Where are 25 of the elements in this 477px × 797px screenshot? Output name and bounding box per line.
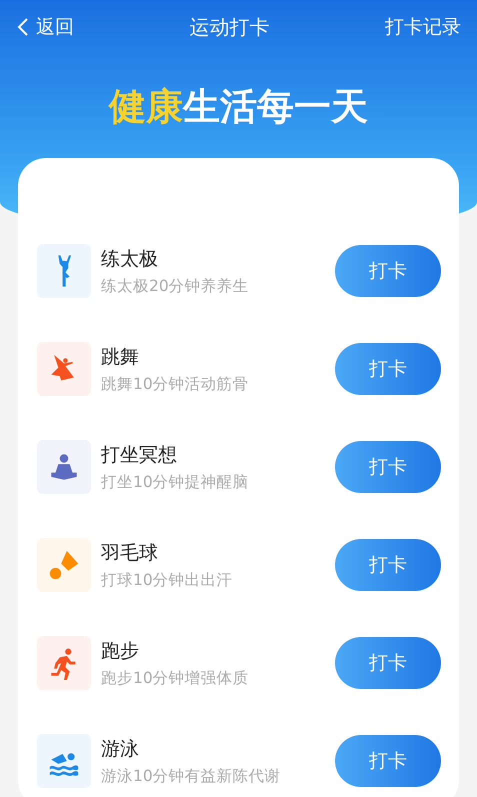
activity-description: 跳舞10分钟活动筋骨 [101,374,250,394]
check-in-button[interactable]: 打卡 [335,343,441,395]
back-link[interactable]: 返回 [16,14,74,40]
activity-description: 打球10分钟出出汗 [101,570,234,590]
activity-title: 跑步 [101,638,140,664]
check-in-button[interactable]: 打卡 [335,539,441,591]
check-in-button[interactable]: 打卡 [335,441,441,493]
records-link[interactable]: 打卡记录 [385,14,461,40]
slogan-text: 生活每一天 [183,84,368,130]
check-in-button[interactable]: 打卡 [335,735,441,787]
back-label[interactable]: 返回 [36,14,74,40]
slogan-highlight: 健康 [109,84,183,130]
page-title: 运动打卡 [190,14,270,40]
activity-title: 打坐冥想 [101,442,178,468]
activity-title: 跳舞 [101,344,140,370]
activity-title: 羽毛球 [101,540,159,566]
check-in-button[interactable]: 打卡 [335,637,441,689]
back-icon [16,17,30,37]
activity-description: 打坐10分钟提神醒脑 [101,472,250,492]
check-in-button[interactable]: 打卡 [335,245,441,297]
activity-description: 跑步10分钟增强体质 [101,668,250,688]
activity-description: 游泳10分钟有益新陈代谢 [101,766,282,786]
activity-description: 练太极20分钟养养生 [101,276,250,296]
activity-title: 练太极 [101,246,159,272]
activity-title: 游泳 [101,736,140,762]
